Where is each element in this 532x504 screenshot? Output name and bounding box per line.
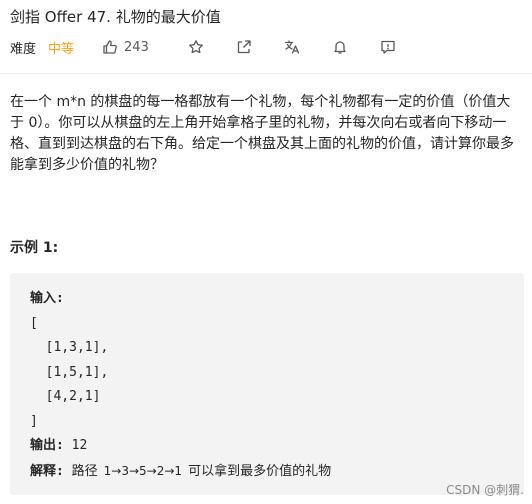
- output-label: 输出:: [30, 438, 64, 453]
- input-label: 输入:: [30, 291, 64, 306]
- problem-meta-bar: 难度 中等 243: [10, 36, 397, 58]
- difficulty-value: 中等: [48, 41, 75, 57]
- notification-button[interactable]: [331, 38, 349, 56]
- feedback-button[interactable]: [379, 38, 397, 56]
- header-divider: [0, 73, 532, 74]
- input-line: [: [30, 315, 38, 331]
- bell-icon: [334, 41, 346, 54]
- problem-description: 在一个 m*n 的棋盘的每一格都放有一个礼物，每个礼物都有一定的价值（价值大于 …: [10, 94, 514, 173]
- example-code-block: 输入: [ [1,3,1], [1,5,1], [4,2,1] ] 输出: 12…: [10, 273, 524, 495]
- input-line: [1,5,1],: [30, 364, 109, 380]
- favorite-button[interactable]: [187, 38, 205, 56]
- feedback-icon: [381, 40, 395, 54]
- like-button[interactable]: 243: [102, 39, 149, 55]
- example-content: 输入: [ [1,3,1], [1,5,1], [4,2,1] ] 输出: 12…: [30, 287, 331, 484]
- share-icon: [237, 40, 251, 54]
- difficulty-label: 难度: [10, 41, 37, 57]
- explanation-path: 1→3→5→2→1: [103, 463, 183, 478]
- input-line: [4,2,1]: [30, 389, 101, 404]
- explanation-prefix: 路径: [71, 463, 98, 479]
- input-line: ]: [30, 413, 38, 429]
- output-value: 12: [71, 438, 88, 453]
- example-title: 示例 1:: [10, 240, 59, 256]
- input-line: [1,3,1],: [30, 340, 109, 355]
- watermark: CSDN @刺猬.: [446, 483, 524, 497]
- problem-title: 剑指 Offer 47. 礼物的最大价值: [10, 8, 221, 26]
- share-button[interactable]: [235, 38, 253, 56]
- explanation-label: 解释:: [30, 463, 64, 479]
- like-count: 243: [124, 39, 149, 55]
- star-icon: [189, 40, 203, 54]
- translate-icon: [284, 40, 300, 54]
- thumbs-up-icon: [103, 40, 117, 54]
- translate-button[interactable]: [283, 38, 301, 56]
- explanation-suffix: 可以拿到最多价值的礼物: [188, 463, 332, 479]
